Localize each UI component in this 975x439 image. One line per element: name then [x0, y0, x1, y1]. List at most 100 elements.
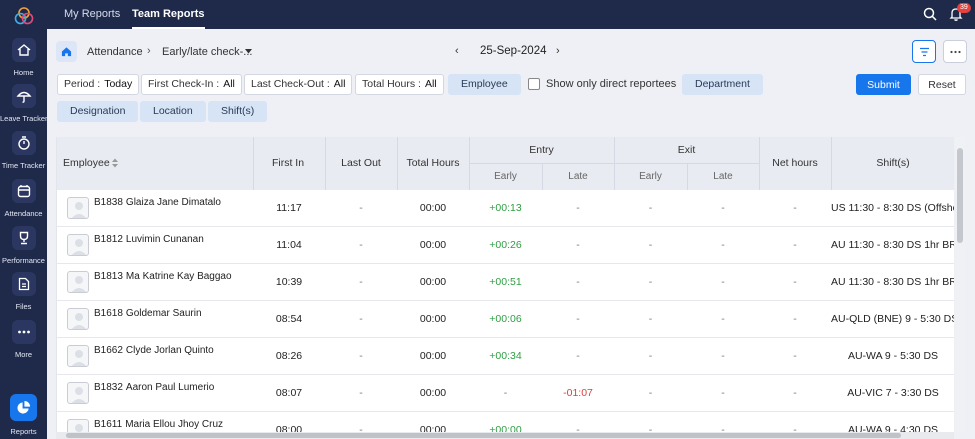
designation-filter-button[interactable]: Designation	[57, 101, 139, 122]
first-checkin-filter[interactable]: First Check-In : All	[141, 74, 242, 95]
employee-name[interactable]: B1832 Aaron Paul Lumerio	[94, 382, 214, 393]
employee-name[interactable]: B1813 Ma Katrine Kay Baggao	[94, 271, 232, 282]
home-button[interactable]	[56, 41, 77, 62]
table-row[interactable]: B1832 Aaron Paul Lumerio 08:07 - 00:00 - -01:0…	[57, 375, 954, 412]
cell-last-out: -	[359, 350, 363, 362]
nav-home[interactable]: Home	[0, 38, 47, 77]
cell-exit-late: -	[721, 313, 725, 325]
employee-name[interactable]: B1611 Maria Ellou Jhoy Cruz	[94, 419, 223, 430]
header-exit-late: Late	[713, 171, 733, 182]
nav-more[interactable]: More	[0, 320, 47, 359]
period-value: Today	[104, 78, 133, 90]
breadcrumb-attendance[interactable]: Attendance	[87, 46, 143, 58]
table-row[interactable]: B1662 Clyde Jorlan Quinto 08:26 - 00:00 +00:3…	[57, 338, 954, 375]
table-row[interactable]: B1618 Goldemar Saurin 08:54 - 00:00 +00:06 - - -…	[57, 301, 954, 338]
cell-shift: AU-WA 9 - 4:30 DS	[847, 424, 939, 433]
employee-full-name: Aaron Paul Lumerio	[125, 382, 215, 393]
table-row[interactable]: B1812 Luvimin Cunanan 11:04 - 00:00 +00:26 - - -…	[57, 227, 954, 264]
cell-net: -	[793, 313, 797, 325]
app-logo-icon[interactable]	[14, 6, 34, 26]
employee-full-name: Maria Ellou Jhoy Cruz	[125, 419, 223, 430]
table-row[interactable]: B1838 Glaiza Jane Dimatalo 11:17 - 00:00 +00:…	[57, 190, 954, 227]
cell-first-in: 08:54	[275, 313, 303, 325]
tab-my-reports[interactable]: My Reports	[64, 0, 120, 29]
employee-id: B1611	[94, 419, 123, 430]
more-icon	[11, 320, 36, 344]
submit-button[interactable]: Submit	[856, 74, 911, 95]
cell-entry-early: +00:06	[489, 313, 522, 325]
employee-name[interactable]: B1838 Glaiza Jane Dimatalo	[94, 197, 221, 208]
cell-exit-early: -	[648, 239, 653, 251]
cell-total: 00:00	[419, 424, 447, 433]
cell-first-in: 08:07	[275, 387, 303, 399]
cell-entry-late: -	[576, 276, 580, 288]
employee-full-name: Ma Katrine Kay Baggao	[125, 271, 232, 282]
cell-entry-early: -	[503, 387, 508, 399]
cell-exit-late: -	[721, 202, 725, 214]
employee-id: B1662	[94, 345, 123, 356]
header-employee[interactable]: Employee	[63, 157, 110, 169]
period-filter[interactable]: Period : Today	[57, 74, 140, 95]
direct-reportees-checkbox[interactable]	[528, 78, 540, 90]
cell-entry-late: -	[576, 424, 580, 433]
cell-shift: AU-WA 9 - 5:30 DS	[847, 350, 939, 362]
employee-name[interactable]: B1618 Goldemar Saurin	[94, 308, 202, 319]
cell-last-out: -	[359, 276, 363, 288]
first-checkin-label: First Check-In :	[148, 78, 220, 90]
cell-last-out: -	[359, 313, 363, 325]
horizontal-scrollbar[interactable]	[56, 432, 954, 439]
nav-label: Attendance	[4, 209, 43, 218]
next-date-button[interactable]: ›	[556, 45, 560, 57]
scrollbar-thumb[interactable]	[66, 433, 901, 438]
header-entry-late: Late	[568, 171, 588, 182]
cell-entry-late: -01:07	[563, 387, 593, 399]
nav-time-tracker[interactable]: Time Tracker	[0, 131, 47, 170]
cell-entry-late: -	[576, 350, 580, 362]
table-row[interactable]: B1813 Ma Katrine Kay Baggao 10:39 - 00:00 +00…	[57, 264, 954, 301]
sort-icon[interactable]	[112, 158, 118, 168]
nav-leave-tracker[interactable]: Leave Tracker	[0, 84, 48, 123]
first-checkin-value: All	[223, 78, 235, 90]
shifts-filter-button[interactable]: Shift(s)	[208, 101, 268, 122]
location-filter-button[interactable]: Location	[140, 101, 206, 122]
nav-performance[interactable]: Performance	[0, 226, 47, 265]
employee-id: B1812	[94, 234, 123, 245]
header-net-hours: Net hours	[772, 157, 818, 169]
nav-label: Files	[15, 302, 32, 311]
previous-date-button[interactable]: ‹	[455, 45, 459, 57]
nav-attendance[interactable]: Attendance	[0, 179, 47, 218]
employee-full-name: Luvimin Cunanan	[125, 234, 204, 245]
reset-button[interactable]: Reset	[918, 74, 966, 95]
nav-label: Home	[13, 68, 34, 77]
table-row[interactable]: B1611 Maria Ellou Jhoy Cruz 08:00 - 00:00 +00…	[57, 412, 954, 433]
divider	[542, 163, 543, 190]
cell-shift: AU-QLD (BNE) 9 - 5:30 DS	[831, 313, 954, 325]
department-filter-button[interactable]: Department	[682, 74, 763, 95]
divider	[687, 163, 688, 190]
breadcrumb-report-name[interactable]: Early/late check-...	[162, 46, 252, 58]
employee-filter-button[interactable]: Employee	[448, 74, 521, 95]
caret-down-icon[interactable]	[245, 49, 252, 54]
cell-net: -	[793, 202, 797, 214]
cell-net: -	[793, 350, 797, 362]
search-icon[interactable]	[922, 6, 938, 22]
employee-id: B1838	[94, 197, 123, 208]
total-hours-filter[interactable]: Total Hours : All	[355, 74, 444, 95]
filter-button[interactable]	[912, 40, 936, 63]
employee-name[interactable]: B1662 Clyde Jorlan Quinto	[94, 345, 214, 356]
employee-name[interactable]: B1812 Luvimin Cunanan	[94, 234, 204, 245]
vertical-scrollbar[interactable]	[955, 137, 965, 433]
nav-files[interactable]: Files	[0, 272, 47, 311]
tab-team-reports[interactable]: Team Reports	[132, 0, 205, 29]
scrollbar-thumb[interactable]	[957, 148, 963, 243]
cell-first-in: 11:17	[276, 202, 302, 214]
cell-first-in: 08:00	[275, 424, 303, 433]
more-options-button[interactable]	[943, 40, 967, 63]
last-checkout-filter[interactable]: Last Check-Out : All	[244, 74, 353, 95]
direct-reportees-label[interactable]: Show only direct reportees	[546, 78, 676, 90]
cell-shift: AU 11:30 - 8:30 DS 1hr BR (...	[831, 276, 954, 288]
nav-reports[interactable]: Reports	[0, 394, 47, 436]
cell-entry-late: -	[576, 239, 580, 251]
cell-entry-early: +00:26	[489, 239, 522, 251]
avatar	[67, 234, 89, 256]
